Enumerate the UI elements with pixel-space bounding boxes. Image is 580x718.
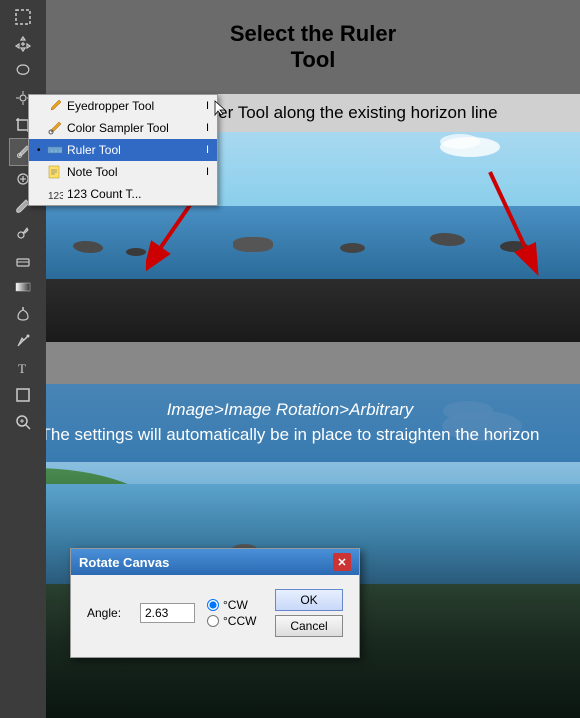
cursor-indicator xyxy=(213,99,225,120)
dialog-title: Rotate Canvas xyxy=(79,555,169,570)
menu-shortcut-note: I xyxy=(206,166,209,178)
bottom-instruction-italic: Image>Image Rotation>Arbitrary xyxy=(30,400,550,420)
menu-item-count[interactable]: 123 123 Count T... xyxy=(29,183,217,205)
svg-text:T: T xyxy=(18,361,26,376)
tool-pen[interactable] xyxy=(10,328,36,354)
menu-shortcut-eyedropper: I xyxy=(206,100,209,112)
tool-marquee[interactable] xyxy=(10,4,36,30)
tool-lasso[interactable] xyxy=(10,58,36,84)
menu-label-count: 123 Count T... xyxy=(67,187,142,201)
eyedropper-menu-icon xyxy=(47,98,63,114)
tool-dodge[interactable] xyxy=(10,301,36,327)
rotate-canvas-dialog: Rotate Canvas ✕ Angle: °CW °CCW xyxy=(70,548,360,658)
bottom-instruction-text: The settings will automatically be in pl… xyxy=(30,424,550,446)
menu-shortcut-ruler: I xyxy=(206,144,209,156)
top-instruction-text: Select the Ruler Tool xyxy=(230,21,396,74)
dialog-angle-input[interactable] xyxy=(140,603,195,623)
menu-label-note: Note Tool xyxy=(67,165,117,179)
note-menu-icon xyxy=(47,164,63,180)
tool-clone[interactable] xyxy=(10,220,36,246)
radio-cw[interactable] xyxy=(207,599,219,611)
dialog-cancel-button[interactable]: Cancel xyxy=(275,615,343,637)
menu-item-color-sampler[interactable]: Color Sampler Tool I xyxy=(29,117,217,139)
menu-label-color-sampler: Color Sampler Tool xyxy=(67,121,169,135)
count-menu-icon: 123 xyxy=(47,186,63,202)
tool-type[interactable]: T xyxy=(10,355,36,381)
cloud2 xyxy=(440,134,480,149)
radio-ccw-item: °CCW xyxy=(207,614,256,628)
menu-label-ruler: Ruler Tool xyxy=(67,143,121,157)
tool-move[interactable] xyxy=(10,31,36,57)
top-instruction-line2: Tool xyxy=(291,47,336,72)
menu-item-eyedropper[interactable]: Eyedropper Tool I xyxy=(29,95,217,117)
dialog-close-button[interactable]: ✕ xyxy=(333,553,351,571)
tool-shape[interactable] xyxy=(10,382,36,408)
menu-item-note[interactable]: Note Tool I xyxy=(29,161,217,183)
tool-eraser[interactable] xyxy=(10,247,36,273)
dialog-titlebar: Rotate Canvas ✕ xyxy=(71,549,359,575)
arrow-right xyxy=(470,162,550,282)
tool-zoom[interactable] xyxy=(10,409,36,435)
radio-ccw-label: °CCW xyxy=(223,614,256,628)
context-menu: Eyedropper Tool I Color Sampler Tool I • xyxy=(28,94,218,206)
menu-shortcut-color-sampler: I xyxy=(206,122,209,134)
dialog-ok-button[interactable]: OK xyxy=(275,589,343,611)
top-instruction-panel: Select the Ruler Tool xyxy=(46,0,580,94)
color-sampler-menu-icon xyxy=(47,120,63,136)
dialog-radio-group: °CW °CCW xyxy=(207,598,256,628)
tool-gradient[interactable] xyxy=(10,274,36,300)
bottom-instruction-overlay: Image>Image Rotation>Arbitrary The setti… xyxy=(0,384,580,462)
beach-sand xyxy=(46,279,580,342)
radio-cw-item: °CW xyxy=(207,598,256,612)
rock3 xyxy=(233,237,273,252)
menu-dot-ruler: • xyxy=(37,145,43,156)
dialog-angle-row: Angle: °CW °CCW OK Cancel xyxy=(87,589,343,637)
rock2 xyxy=(126,248,146,256)
menu-item-ruler[interactable]: • Ruler Tool I xyxy=(29,139,217,161)
svg-text:123: 123 xyxy=(48,191,63,202)
radio-ccw[interactable] xyxy=(207,615,219,627)
dialog-close-icon: ✕ xyxy=(337,556,346,569)
dialog-buttons: OK Cancel xyxy=(275,589,343,637)
dialog-angle-label: Angle: xyxy=(87,606,132,620)
bottom-panel: Image>Image Rotation>Arbitrary The setti… xyxy=(0,384,580,718)
ruler-menu-icon xyxy=(47,142,63,158)
top-instruction-line1: Select the Ruler xyxy=(230,21,396,46)
radio-cw-label: °CW xyxy=(223,598,248,612)
dialog-body: Angle: °CW °CCW OK Cancel xyxy=(71,575,359,657)
menu-label-eyedropper: Eyedropper Tool xyxy=(67,99,154,113)
